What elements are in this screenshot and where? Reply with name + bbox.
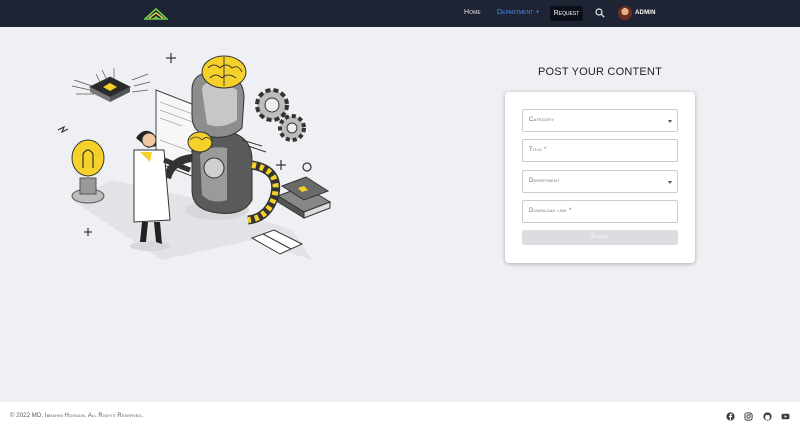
search-icon[interactable] bbox=[595, 8, 605, 18]
nav-request-button[interactable]: Request bbox=[550, 6, 583, 21]
form-title: POST YOUR CONTENT bbox=[537, 66, 662, 78]
instagram-icon[interactable] bbox=[744, 412, 753, 421]
book-logo-icon[interactable] bbox=[144, 7, 168, 20]
youtube-icon[interactable] bbox=[781, 412, 790, 421]
chevron-down-icon bbox=[668, 181, 672, 184]
footer: © 2022 MD. Ibrahim Hossain. All Rights R… bbox=[0, 402, 800, 431]
download-link-input[interactable]: Download link * bbox=[522, 200, 678, 223]
post-content-form: Category Title * Department Download lin… bbox=[505, 92, 695, 263]
download-link-placeholder: Download link * bbox=[529, 208, 572, 214]
ai-robot-illustration bbox=[57, 53, 332, 260]
nav-department-dropdown[interactable]: Department + bbox=[497, 9, 540, 16]
department-placeholder: Department bbox=[529, 178, 560, 184]
category-select[interactable]: Category bbox=[522, 109, 678, 132]
chip-icon bbox=[71, 68, 151, 102]
github-icon[interactable] bbox=[763, 412, 772, 421]
copyright-text: © 2022 MD. Ibrahim Hossain. All Rights R… bbox=[10, 413, 144, 419]
title-placeholder: Title * bbox=[529, 147, 547, 153]
navbar: Home Department + Request ADMIN bbox=[0, 0, 800, 27]
user-name-menu[interactable]: ADMIN bbox=[635, 10, 656, 16]
chevron-down-icon bbox=[668, 120, 672, 123]
nav-home-link[interactable]: Home bbox=[464, 9, 481, 16]
submit-button[interactable]: Submit bbox=[522, 230, 678, 245]
title-input[interactable]: Title * bbox=[522, 139, 678, 162]
gears-icon bbox=[255, 88, 306, 142]
category-placeholder: Category bbox=[529, 117, 555, 123]
facebook-icon[interactable] bbox=[726, 412, 735, 421]
books-icon bbox=[276, 176, 332, 219]
department-select[interactable]: Department bbox=[522, 170, 678, 193]
avatar[interactable] bbox=[618, 6, 632, 20]
light-bulb-icon bbox=[71, 139, 105, 204]
